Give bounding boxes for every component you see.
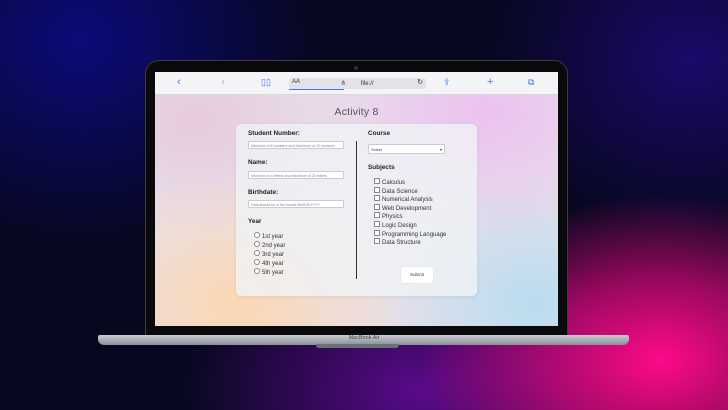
- radio-circle[interactable]: [254, 250, 260, 256]
- forward-icon[interactable]: ›: [221, 76, 225, 89]
- subject-checkbox-numerical-analysis[interactable]: Numerical Analysis: [374, 195, 433, 204]
- back-icon[interactable]: ‹: [177, 76, 181, 89]
- address-url[interactable]: ð file://: [289, 79, 426, 87]
- radio-circle[interactable]: [254, 268, 260, 274]
- subject-checkbox-logic-design[interactable]: Logic Design: [374, 221, 417, 230]
- page-title: Activity 8: [334, 106, 379, 118]
- subjects-label: Subjects: [368, 164, 395, 171]
- reload-icon[interactable]: ↻: [417, 78, 423, 86]
- subject-label: Physics: [382, 214, 403, 220]
- name-label: Name:: [248, 159, 268, 166]
- chevron-down-icon: ▾: [439, 147, 442, 152]
- year-option-label: 1st year: [262, 234, 284, 240]
- year-radio-1st[interactable]: 1st year: [254, 232, 283, 241]
- new-tab-icon[interactable]: +: [487, 76, 493, 89]
- subject-label: Calculus: [382, 180, 406, 186]
- checkbox[interactable]: [374, 238, 380, 244]
- camera-dot: [354, 66, 358, 70]
- name-input[interactable]: Minimum of 4 letters and Maximum of 20 l…: [248, 171, 344, 179]
- subject-label: Logic Design: [382, 223, 417, 229]
- column-divider: [356, 141, 357, 279]
- tabs-icon[interactable]: ⧉: [528, 76, 534, 89]
- radio-circle[interactable]: [254, 259, 260, 265]
- course-label: Course: [368, 130, 391, 137]
- browser-screen: ‹ › ▯▯ AA ð file:// ↻ ⇪ + ⧉ Activity …: [155, 72, 558, 326]
- subject-checkbox-calculus[interactable]: Calculus: [374, 178, 405, 187]
- year-radio-2nd[interactable]: 2nd year: [254, 241, 285, 250]
- bookmarks-icon[interactable]: ▯▯: [261, 76, 271, 89]
- year-label: Year: [248, 218, 262, 225]
- student-number-label: Student Number:: [248, 130, 300, 137]
- browser-toolbar: ‹ › ▯▯ AA ð file:// ↻ ⇪ + ⧉: [155, 72, 558, 95]
- submit-button[interactable]: Submit: [401, 267, 433, 283]
- year-radio-3rd[interactable]: 3rd year: [254, 250, 284, 259]
- birthdate-input[interactable]: Data should be in the format MM/DD/YYYY: [248, 200, 344, 208]
- subject-checkbox-physics[interactable]: Physics: [374, 212, 403, 221]
- share-icon[interactable]: ⇪: [443, 76, 451, 89]
- subject-label: Numerical Analysis: [382, 197, 433, 203]
- checkbox[interactable]: [374, 212, 380, 218]
- year-option-label: 5th year: [262, 270, 284, 276]
- student-number-input[interactable]: Minimum of 8 numbers and Maximum of 12 n…: [248, 141, 344, 149]
- checkbox[interactable]: [374, 221, 380, 227]
- address-bar[interactable]: AA ð file:// ↻: [289, 78, 426, 90]
- year-option-label: 3rd year: [262, 252, 285, 258]
- checkbox[interactable]: [374, 187, 380, 193]
- radio-circle[interactable]: [254, 232, 260, 238]
- year-radio-4th[interactable]: 4th year: [254, 259, 284, 268]
- brand-label: MacBook Air: [348, 335, 380, 341]
- radio-circle[interactable]: [254, 241, 260, 247]
- form-card: Student Number: Minimum of 8 numbers and…: [236, 124, 477, 296]
- course-select[interactable]: Select ▾: [368, 144, 445, 154]
- birthdate-label: Birthdate:: [248, 189, 279, 196]
- year-option-label: 4th year: [262, 261, 284, 267]
- year-radio-5th[interactable]: 5th year: [254, 268, 284, 277]
- checkbox[interactable]: [374, 195, 380, 201]
- course-select-value: Select: [371, 147, 383, 152]
- checkbox[interactable]: [374, 230, 380, 236]
- checkbox[interactable]: [374, 204, 380, 210]
- load-progress-bar: [289, 89, 344, 90]
- subject-checkbox-data-structure[interactable]: Data Structure: [374, 238, 421, 247]
- subject-label: Data Structure: [382, 240, 421, 246]
- laptop-notch: [316, 344, 399, 348]
- checkbox[interactable]: [374, 178, 380, 184]
- year-option-label: 2nd year: [262, 243, 286, 249]
